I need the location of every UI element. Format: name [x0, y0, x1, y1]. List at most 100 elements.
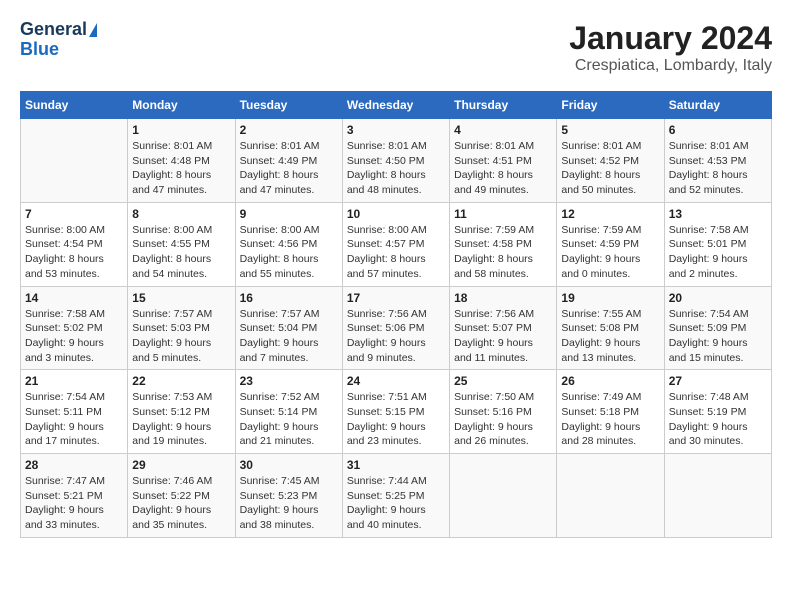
day-info: Sunrise: 7:59 AMSunset: 4:58 PMDaylight:…: [454, 223, 552, 282]
day-number: 30: [240, 458, 338, 472]
day-number: 11: [454, 207, 552, 221]
day-number: 5: [561, 123, 659, 137]
day-info: Sunrise: 8:01 AMSunset: 4:50 PMDaylight:…: [347, 139, 445, 198]
day-info: Sunrise: 7:51 AMSunset: 5:15 PMDaylight:…: [347, 390, 445, 449]
calendar-cell: 25Sunrise: 7:50 AMSunset: 5:16 PMDayligh…: [450, 370, 557, 454]
day-info: Sunrise: 7:47 AMSunset: 5:21 PMDaylight:…: [25, 474, 123, 533]
day-number: 22: [132, 374, 230, 388]
day-number: 7: [25, 207, 123, 221]
calendar-cell: 20 Sunrise: 7:54 AMSunset: 5:09 PMDayligh…: [664, 286, 771, 370]
day-info: Sunrise: 7:54 AMSunset: 5:11 PMDaylight:…: [25, 390, 123, 449]
day-number: 13: [669, 207, 767, 221]
day-number: 16: [240, 291, 338, 305]
calendar-cell: 11 Sunrise: 7:59 AMSunset: 4:58 PMDayligh…: [450, 202, 557, 286]
calendar-cell: 27 Sunrise: 7:48 AMSunset: 5:19 PMDayligh…: [664, 370, 771, 454]
day-number: 15: [132, 291, 230, 305]
weekday-header: Tuesday: [235, 92, 342, 119]
weekday-header: Wednesday: [342, 92, 449, 119]
day-number: 10: [347, 207, 445, 221]
calendar-cell: [450, 454, 557, 538]
day-info: Sunrise: 7:48 AMSunset: 5:19 PMDaylight:…: [669, 390, 767, 449]
day-number: 2: [240, 123, 338, 137]
calendar-cell: [664, 454, 771, 538]
day-number: 23: [240, 374, 338, 388]
day-number: 17: [347, 291, 445, 305]
calendar-cell: 13 Sunrise: 7:58 AMSunset: 5:01 PMDayligh…: [664, 202, 771, 286]
weekday-header: Monday: [128, 92, 235, 119]
day-info: Sunrise: 7:56 AMSunset: 5:06 PMDaylight:…: [347, 307, 445, 366]
calendar-cell: 17 Sunrise: 7:56 AMSunset: 5:06 PMDayligh…: [342, 286, 449, 370]
day-info: Sunrise: 8:01 AMSunset: 4:51 PMDaylight:…: [454, 139, 552, 198]
day-number: 27: [669, 374, 767, 388]
day-info: Sunrise: 8:00 AMSunset: 4:55 PMDaylight:…: [132, 223, 230, 282]
calendar-cell: 24 Sunrise: 7:51 AMSunset: 5:15 PMDayligh…: [342, 370, 449, 454]
day-info: Sunrise: 7:46 AMSunset: 5:22 PMDaylight:…: [132, 474, 230, 533]
day-info: Sunrise: 7:58 AMSunset: 5:01 PMDaylight:…: [669, 223, 767, 282]
weekday-header: Friday: [557, 92, 664, 119]
title-area: January 2024 Crespiatica, Lombardy, Ital…: [569, 20, 772, 75]
day-info: Sunrise: 8:01 AMSunset: 4:53 PMDaylight:…: [669, 139, 767, 198]
calendar-cell: 29 Sunrise: 7:46 AMSunset: 5:22 PMDayligh…: [128, 454, 235, 538]
day-number: 25: [454, 374, 552, 388]
calendar-cell: 26 Sunrise: 7:49 AMSunset: 5:18 PMDayligh…: [557, 370, 664, 454]
day-info: Sunrise: 7:57 AMSunset: 5:04 PMDaylight:…: [240, 307, 338, 366]
day-info: Sunrise: 8:00 AMSunset: 4:54 PMDaylight:…: [25, 223, 123, 282]
logo: General Blue: [20, 20, 97, 60]
calendar-cell: 14Sunrise: 7:58 AMSunset: 5:02 PMDayligh…: [21, 286, 128, 370]
calendar-cell: 31 Sunrise: 7:44 AMSunset: 5:25 PMDayligh…: [342, 454, 449, 538]
calendar-week-row: 14Sunrise: 7:58 AMSunset: 5:02 PMDayligh…: [21, 286, 772, 370]
calendar-cell: [557, 454, 664, 538]
day-number: 14: [25, 291, 123, 305]
calendar-cell: 1 Sunrise: 8:01 AMSunset: 4:48 PMDaylight…: [128, 119, 235, 203]
calendar-week-row: 28Sunrise: 7:47 AMSunset: 5:21 PMDayligh…: [21, 454, 772, 538]
calendar-subtitle: Crespiatica, Lombardy, Italy: [569, 57, 772, 75]
day-info: Sunrise: 7:53 AMSunset: 5:12 PMDaylight:…: [132, 390, 230, 449]
day-number: 4: [454, 123, 552, 137]
calendar-cell: 22 Sunrise: 7:53 AMSunset: 5:12 PMDayligh…: [128, 370, 235, 454]
day-number: 20: [669, 291, 767, 305]
logo-general: General: [20, 19, 87, 39]
weekday-header: Saturday: [664, 92, 771, 119]
calendar-cell: 4 Sunrise: 8:01 AMSunset: 4:51 PMDaylight…: [450, 119, 557, 203]
day-info: Sunrise: 8:01 AMSunset: 4:52 PMDaylight:…: [561, 139, 659, 198]
calendar-cell: 5 Sunrise: 8:01 AMSunset: 4:52 PMDaylight…: [557, 119, 664, 203]
calendar-table: SundayMondayTuesdayWednesdayThursdayFrid…: [20, 91, 772, 538]
day-number: 3: [347, 123, 445, 137]
day-number: 26: [561, 374, 659, 388]
day-number: 9: [240, 207, 338, 221]
day-number: 8: [132, 207, 230, 221]
calendar-cell: 2 Sunrise: 8:01 AMSunset: 4:49 PMDaylight…: [235, 119, 342, 203]
day-info: Sunrise: 7:49 AMSunset: 5:18 PMDaylight:…: [561, 390, 659, 449]
day-info: Sunrise: 7:56 AMSunset: 5:07 PMDaylight:…: [454, 307, 552, 366]
day-info: Sunrise: 7:54 AMSunset: 5:09 PMDaylight:…: [669, 307, 767, 366]
day-info: Sunrise: 8:00 AMSunset: 4:56 PMDaylight:…: [240, 223, 338, 282]
day-number: 18: [454, 291, 552, 305]
calendar-cell: 7 Sunrise: 8:00 AMSunset: 4:54 PMDaylight…: [21, 202, 128, 286]
calendar-cell: 19Sunrise: 7:55 AMSunset: 5:08 PMDayligh…: [557, 286, 664, 370]
calendar-cell: 8 Sunrise: 8:00 AMSunset: 4:55 PMDaylight…: [128, 202, 235, 286]
day-info: Sunrise: 7:59 AMSunset: 4:59 PMDaylight:…: [561, 223, 659, 282]
calendar-cell: 21Sunrise: 7:54 AMSunset: 5:11 PMDayligh…: [21, 370, 128, 454]
day-number: 1: [132, 123, 230, 137]
day-info: Sunrise: 8:00 AMSunset: 4:57 PMDaylight:…: [347, 223, 445, 282]
day-number: 29: [132, 458, 230, 472]
calendar-cell: 28Sunrise: 7:47 AMSunset: 5:21 PMDayligh…: [21, 454, 128, 538]
calendar-cell: 23 Sunrise: 7:52 AMSunset: 5:14 PMDayligh…: [235, 370, 342, 454]
calendar-week-row: 21Sunrise: 7:54 AMSunset: 5:11 PMDayligh…: [21, 370, 772, 454]
weekday-header: Thursday: [450, 92, 557, 119]
day-info: Sunrise: 7:44 AMSunset: 5:25 PMDaylight:…: [347, 474, 445, 533]
calendar-cell: 10 Sunrise: 8:00 AMSunset: 4:57 PMDayligh…: [342, 202, 449, 286]
calendar-cell: 3 Sunrise: 8:01 AMSunset: 4:50 PMDaylight…: [342, 119, 449, 203]
day-info: Sunrise: 8:01 AMSunset: 4:49 PMDaylight:…: [240, 139, 338, 198]
calendar-cell: 18 Sunrise: 7:56 AMSunset: 5:07 PMDayligh…: [450, 286, 557, 370]
calendar-cell: 16 Sunrise: 7:57 AMSunset: 5:04 PMDayligh…: [235, 286, 342, 370]
day-number: 31: [347, 458, 445, 472]
day-number: 24: [347, 374, 445, 388]
day-info: Sunrise: 8:01 AMSunset: 4:48 PMDaylight:…: [132, 139, 230, 198]
calendar-cell: 30 Sunrise: 7:45 AMSunset: 5:23 PMDayligh…: [235, 454, 342, 538]
day-info: Sunrise: 7:45 AMSunset: 5:23 PMDaylight:…: [240, 474, 338, 533]
calendar-week-row: 1 Sunrise: 8:01 AMSunset: 4:48 PMDaylight…: [21, 119, 772, 203]
day-info: Sunrise: 7:57 AMSunset: 5:03 PMDaylight:…: [132, 307, 230, 366]
day-info: Sunrise: 7:52 AMSunset: 5:14 PMDaylight:…: [240, 390, 338, 449]
logo-icon: [89, 23, 97, 37]
